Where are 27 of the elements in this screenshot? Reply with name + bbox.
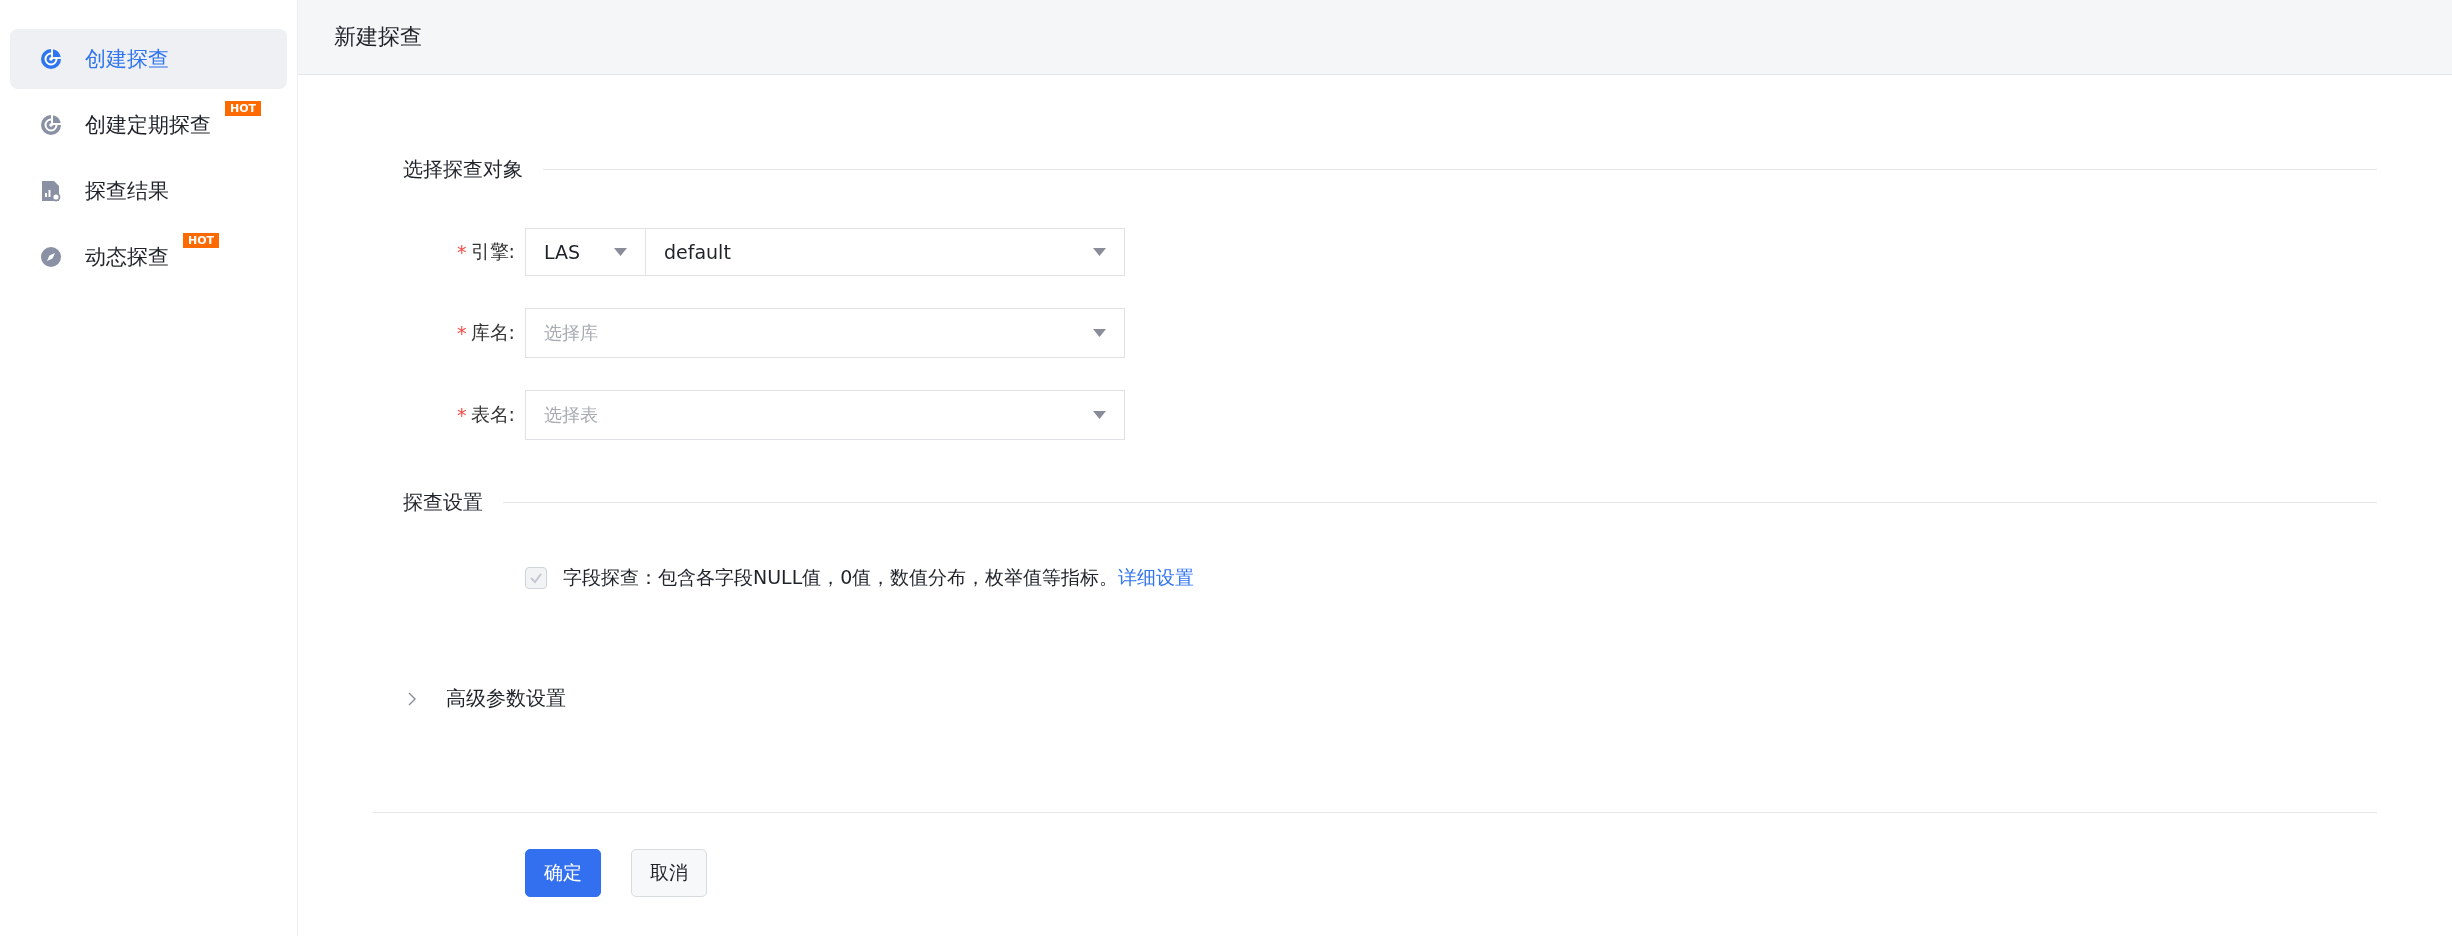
required-mark: * <box>457 404 467 426</box>
caret-icon <box>1093 411 1106 419</box>
caret-icon <box>1093 329 1106 337</box>
report-search-icon <box>39 179 63 203</box>
field-label: 表名: <box>470 402 515 427</box>
sidebar-item[interactable]: 创建探查 <box>10 29 287 89</box>
section-title: 探查设置 <box>403 488 483 516</box>
radar-icon <box>39 47 63 71</box>
check-icon <box>529 571 543 585</box>
chevron-icon <box>408 691 416 706</box>
radar-icon <box>39 113 63 137</box>
sidebar-item[interactable]: 创建定期探查 HOT <box>10 95 287 155</box>
advanced-settings-toggle[interactable]: 高级参数设置 <box>373 685 566 712</box>
required-mark: * <box>457 322 467 344</box>
field-label: 库名: <box>470 320 515 345</box>
confirm-button[interactable]: 确定 <box>525 849 601 897</box>
field-label: 引擎: <box>470 239 515 264</box>
hot-badge: HOT <box>183 233 220 248</box>
sidebar-item[interactable]: 探查结果 <box>10 161 287 221</box>
sidebar-item[interactable]: 动态探查 HOT <box>10 227 287 287</box>
hot-badge: HOT <box>225 101 262 116</box>
checkbox-label: 字段探查：包含各字段NULL值，0值，数值分布，枚举值等指标。 <box>563 565 1119 590</box>
section-title: 选择探查对象 <box>403 155 523 183</box>
required-mark: * <box>457 241 467 263</box>
page-title: 新建探查 <box>334 23 422 51</box>
compass-icon <box>39 245 63 269</box>
cancel-button[interactable]: 取消 <box>631 849 707 897</box>
